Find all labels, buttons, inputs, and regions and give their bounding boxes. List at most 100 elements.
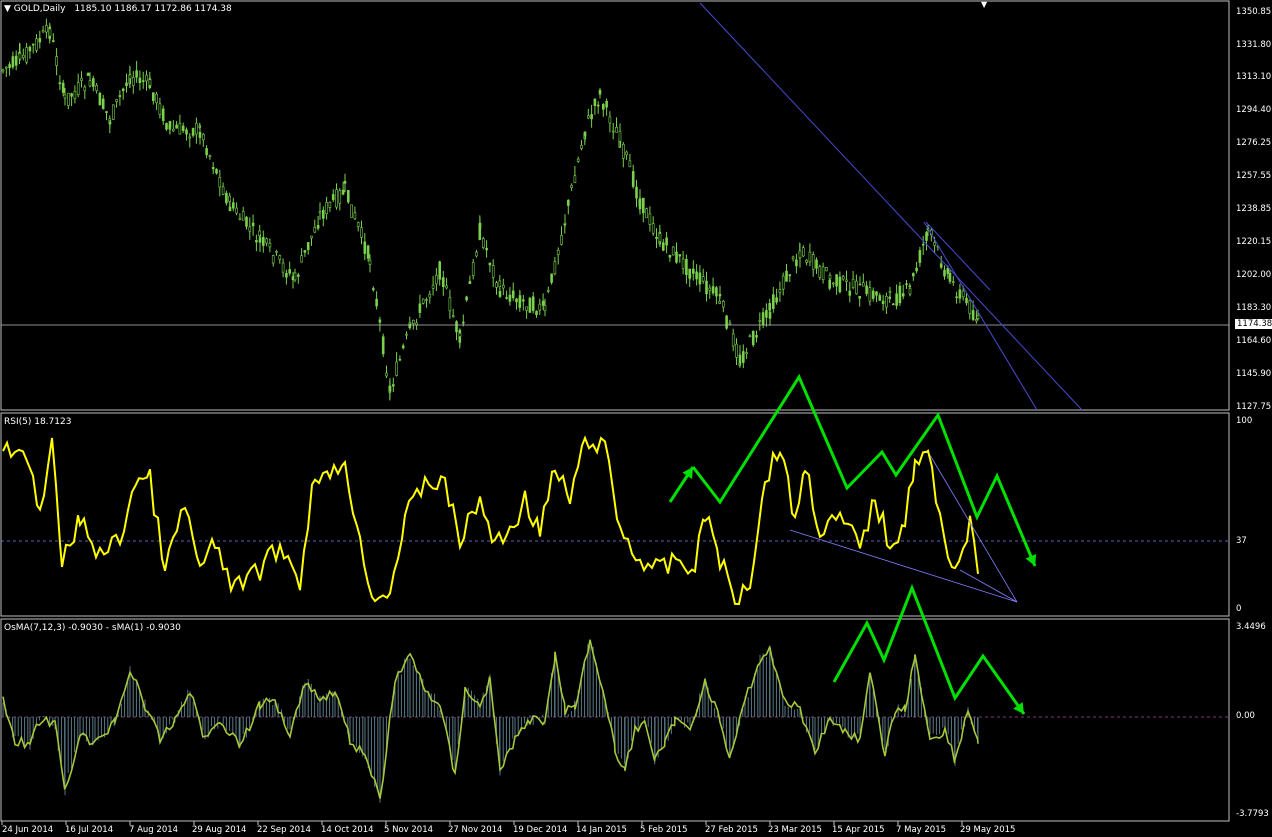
price-candle-body	[590, 114, 593, 120]
price-candle-body	[8, 64, 11, 69]
collapse-triangle-icon[interactable]: ▼	[4, 4, 11, 14]
price-candle-body	[825, 267, 828, 272]
price-candle-body	[635, 186, 638, 199]
osma-panel-title: OsMA(7,12,3) -0.9030 - sMA(1) -0.9030	[4, 623, 181, 633]
price-candle-body	[845, 279, 848, 282]
price-candle-body	[728, 322, 732, 325]
price-candle-body	[98, 92, 102, 106]
price-candle-body	[198, 131, 202, 138]
price-axis-label: 1350.85	[1236, 7, 1272, 17]
price-candle-body	[593, 98, 597, 106]
price-candle-body	[455, 321, 458, 333]
time-axis-label: 5 Feb 2015	[640, 825, 688, 835]
price-candle-body	[505, 297, 508, 299]
ohlc-values: 1185.10 1186.17 1172.86 1174.38	[74, 4, 232, 14]
rsi-axis-label: 100	[1236, 416, 1253, 426]
price-candle-body	[498, 290, 502, 297]
price-candle-body	[76, 82, 80, 96]
price-candle-body	[475, 251, 478, 257]
price-axis-label: 1238.85	[1236, 204, 1272, 214]
price-candle-body	[211, 167, 215, 170]
price-candle-body	[911, 273, 915, 277]
price-candle-body	[251, 222, 255, 227]
price-candle-body	[815, 259, 818, 269]
price-candle-body	[258, 237, 262, 243]
price-candle-body	[615, 126, 618, 133]
price-candle-body	[698, 272, 702, 285]
price-candle-body	[661, 242, 665, 251]
price-candle-body	[350, 204, 353, 218]
price-candle-body	[328, 202, 332, 208]
time-axis-label: 7 Aug 2014	[129, 825, 179, 835]
price-candle-body	[541, 300, 545, 306]
price-candle-body	[975, 319, 978, 322]
price-candle-body	[528, 297, 532, 313]
price-candle-body	[418, 303, 422, 313]
price-candle-body	[508, 294, 512, 302]
price-candle-body	[865, 285, 868, 294]
price-axis-label: 1202.00	[1236, 270, 1272, 280]
price-candle-body	[718, 301, 722, 304]
price-candle-body	[481, 238, 485, 248]
main-panel-frame	[0, 0, 1230, 411]
price-candle-body	[21, 54, 25, 58]
price-candle-body	[425, 299, 428, 301]
price-candle-body	[421, 298, 425, 304]
price-candle-body	[86, 72, 90, 76]
time-axis-label: 27 Feb 2015	[705, 825, 758, 835]
shift-marker-icon[interactable]: ▼	[981, 0, 987, 9]
price-candle-body	[55, 56, 58, 66]
price-candle-body	[933, 242, 936, 246]
price-candle-body	[778, 289, 782, 294]
price-candle-body	[868, 287, 872, 302]
chart-canvas[interactable]	[0, 0, 1272, 837]
price-candle-body	[92, 78, 95, 87]
price-candle-body	[841, 276, 845, 280]
price-candle-body	[468, 281, 472, 285]
price-candle-body	[871, 290, 875, 299]
price-candle-body	[178, 122, 182, 135]
price-candle-body	[215, 168, 218, 174]
price-candle-body	[248, 226, 252, 232]
price-candle-body	[451, 315, 455, 318]
price-candle-body	[775, 297, 778, 303]
price-candle-body	[611, 130, 615, 133]
price-candle-body	[835, 274, 838, 287]
price-axis-label: 1220.15	[1236, 237, 1272, 247]
price-candle-body	[38, 38, 42, 43]
price-candle-body	[368, 259, 372, 265]
price-candle-body	[165, 123, 168, 130]
price-candle-body	[498, 280, 502, 287]
price-candle-body	[191, 128, 195, 136]
time-axis-label: 27 Nov 2014	[448, 825, 503, 835]
price-candle-body	[245, 216, 248, 227]
price-candle-body	[181, 125, 185, 131]
price-candle-body	[651, 223, 655, 234]
price-candle-body	[831, 282, 835, 285]
price-candle-body	[51, 40, 55, 42]
price-candle-body	[596, 104, 600, 107]
price-candle-body	[758, 320, 762, 322]
price-candle-body	[811, 254, 815, 270]
price-candle-body	[281, 262, 285, 273]
price-candle-body	[67, 92, 70, 106]
price-candle-body	[573, 175, 577, 184]
price-candle-body	[645, 208, 648, 219]
price-candle-body	[751, 331, 755, 346]
time-axis-label: 22 Sep 2014	[257, 825, 311, 835]
price-candle-body	[265, 238, 268, 244]
price-candle-body	[768, 311, 772, 319]
price-candle-body	[205, 148, 208, 156]
price-candle-body	[958, 289, 962, 299]
price-candle-body	[968, 300, 972, 314]
price-candle-body	[955, 296, 958, 299]
time-axis-label: 15 Apr 2015	[832, 825, 885, 835]
price-candle-body	[438, 278, 442, 280]
price-candle-body	[435, 275, 438, 285]
price-candle-body	[711, 286, 715, 294]
price-candle-body	[685, 258, 688, 276]
price-candle-body	[535, 310, 538, 316]
price-candle-body	[861, 282, 865, 287]
price-candle-body	[560, 235, 563, 245]
price-candle-body	[95, 85, 98, 91]
